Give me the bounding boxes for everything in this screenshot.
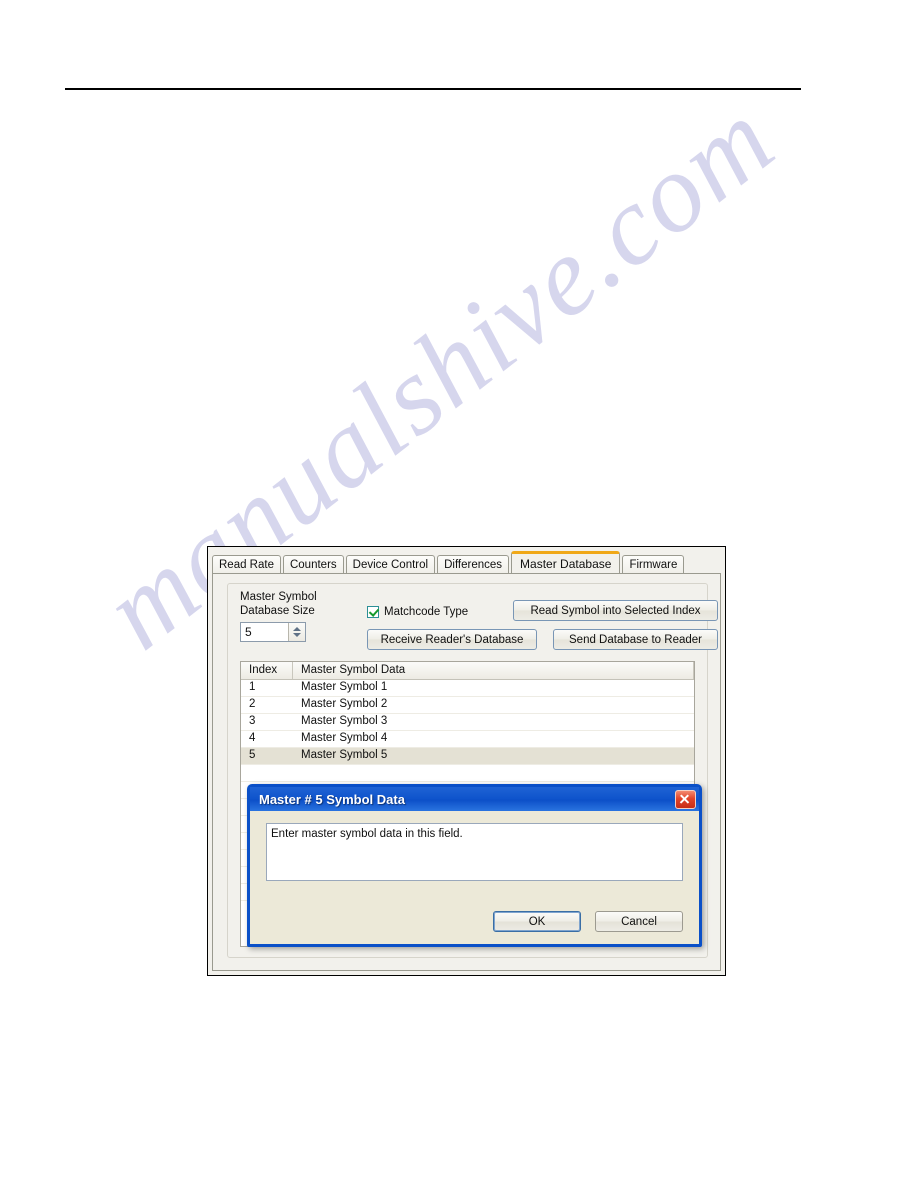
matchcode-type-label: Matchcode Type	[384, 606, 469, 618]
symbol-data-textarea[interactable]: Enter master symbol data in this field.	[266, 823, 683, 881]
table-header-row: Index Master Symbol Data	[241, 662, 694, 680]
cell-index: 5	[249, 749, 256, 761]
dialog-body: Enter master symbol data in this field. …	[250, 811, 699, 944]
database-size-label: Master Symbol Database Size	[240, 590, 317, 618]
database-size-stepper[interactable]: 5	[240, 622, 306, 642]
tab-counters-label: Counters	[289, 559, 337, 571]
receive-database-button-label: Receive Reader's Database	[380, 633, 524, 646]
cell-index: 3	[249, 715, 256, 727]
send-database-button-label: Send Database to Reader	[569, 633, 702, 646]
table-row[interactable]: 1 Master Symbol 1	[241, 680, 694, 697]
send-database-to-reader-button[interactable]: Send Database to Reader	[553, 629, 718, 650]
tab-firmware-label: Firmware	[629, 559, 678, 571]
dialog-title: Master # 5 Symbol Data	[259, 791, 405, 807]
ok-button-label: OK	[528, 915, 546, 928]
tab-master-database[interactable]: Master Database	[511, 551, 621, 573]
cell-symbol: Master Symbol 5	[301, 749, 388, 761]
cell-index: 1	[249, 681, 256, 693]
column-header-index[interactable]: Index	[241, 662, 293, 679]
column-header-master-symbol-data[interactable]: Master Symbol Data	[293, 662, 694, 679]
cell-index: 2	[249, 698, 256, 710]
dialog-button-row: OK Cancel	[493, 911, 683, 932]
cell-symbol: Master Symbol 3	[301, 715, 388, 727]
dialog-titlebar: Master # 5 Symbol Data	[250, 787, 699, 811]
cancel-button[interactable]: Cancel	[595, 911, 683, 932]
tab-firmware[interactable]: Firmware	[622, 555, 685, 573]
symbol-data-dialog: Master # 5 Symbol Data Enter master symb…	[247, 784, 702, 947]
page-header-rule	[65, 88, 801, 90]
cell-index	[241, 765, 293, 781]
tab-counters[interactable]: Counters	[282, 555, 344, 573]
table-row-selected[interactable]: 5 Master Symbol 5	[241, 748, 694, 765]
table-row[interactable]	[241, 765, 694, 782]
matchcode-type-row[interactable]: Matchcode Type	[367, 606, 468, 618]
tab-device-control[interactable]: Device Control	[345, 555, 436, 573]
read-symbol-button-label: Read Symbol into Selected Index	[530, 604, 701, 617]
database-size-label-line1: Master Symbol	[240, 591, 317, 603]
database-size-value[interactable]: 5	[241, 623, 288, 641]
cancel-button-label: Cancel	[621, 915, 657, 928]
cell-symbol: Master Symbol 1	[301, 681, 388, 693]
ok-button[interactable]: OK	[493, 911, 581, 932]
close-icon[interactable]	[675, 789, 696, 809]
table-row[interactable]: 4 Master Symbol 4	[241, 731, 694, 748]
database-size-label-line2: Database Size	[240, 605, 315, 617]
cell-symbol: Master Symbol 4	[301, 732, 388, 744]
table-row[interactable]: 3 Master Symbol 3	[241, 714, 694, 731]
tab-read-rate-label: Read Rate	[219, 559, 274, 571]
receive-readers-database-button[interactable]: Receive Reader's Database	[367, 629, 537, 650]
tab-differences[interactable]: Differences	[437, 555, 510, 573]
stepper-arrows[interactable]	[288, 623, 305, 641]
cell-index: 4	[249, 732, 256, 744]
tab-master-database-label: Master Database	[520, 557, 612, 571]
cell-symbol	[293, 765, 694, 781]
chevron-up-icon[interactable]	[293, 627, 301, 631]
tab-device-control-label: Device Control	[352, 559, 429, 571]
chevron-down-icon[interactable]	[293, 633, 301, 637]
checkmark-icon[interactable]	[367, 606, 379, 618]
tab-differences-label: Differences	[444, 559, 503, 571]
read-symbol-into-selected-index-button[interactable]: Read Symbol into Selected Index	[513, 600, 718, 621]
table-row[interactable]: 2 Master Symbol 2	[241, 697, 694, 714]
tab-strip: Read Rate Counters Device Control Differ…	[212, 551, 725, 573]
cell-symbol: Master Symbol 2	[301, 698, 388, 710]
tab-read-rate[interactable]: Read Rate	[212, 555, 281, 573]
